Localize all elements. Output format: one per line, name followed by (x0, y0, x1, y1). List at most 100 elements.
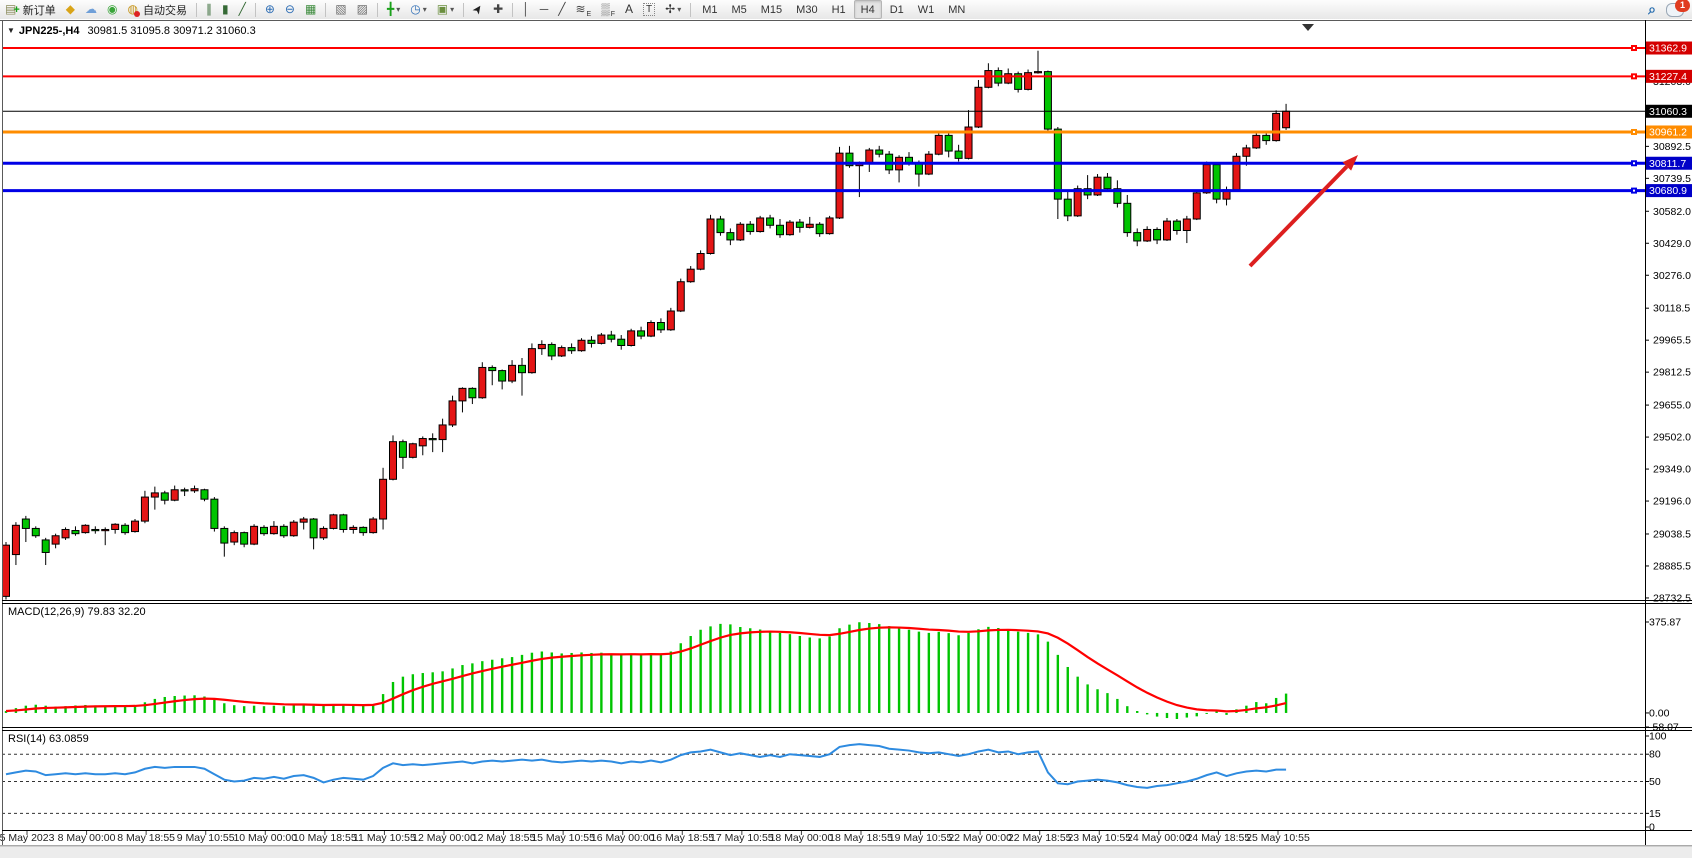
svg-text:29349.0: 29349.0 (1653, 464, 1691, 476)
candle-chart-button[interactable]: ▮ (218, 1, 233, 18)
indicators-button[interactable]: ╋▾ (383, 1, 404, 18)
timeframe-d1[interactable]: D1 (884, 1, 910, 18)
chevron-down-icon: ▾ (423, 5, 427, 14)
market-watch-icon[interactable]: ◆ (62, 1, 79, 18)
zoom-in-icon: ⊕ (265, 1, 275, 18)
toolbar-separator (196, 3, 197, 17)
svg-text:30582.0: 30582.0 (1653, 206, 1691, 218)
svg-text:30276.0: 30276.0 (1653, 270, 1691, 282)
trendline-button[interactable]: ╱ (554, 1, 569, 18)
svg-text:11 May 10:55: 11 May 10:55 (353, 832, 416, 844)
chevron-down-icon: ▾ (450, 5, 454, 14)
line-chart-icon: ╱ (239, 1, 246, 18)
signals-icon-icon: ◉ (107, 1, 117, 18)
svg-text:18 May 00:00: 18 May 00:00 (770, 832, 834, 844)
templates-icon: ▣ (437, 1, 448, 18)
svg-text:31362.9: 31362.9 (1649, 43, 1687, 55)
profiles-icon: ▨ (357, 1, 368, 18)
toolbar-separator (255, 3, 256, 17)
application-window: ▤+新订单◆☁◉◍自动交易∥▮╱⊕⊖▦▧▨╋▾◷▾▣▾➤✚│─╱≋E▒FAT✢▾… (0, 0, 1692, 858)
timeframe-h4[interactable]: H4 (854, 0, 882, 19)
symbol-dropdown-icon[interactable]: ▼ (7, 26, 15, 35)
new-order-button[interactable]: ▤+新订单 (1, 1, 60, 18)
rsi-pane-label: RSI(14) 63.0859 (8, 733, 89, 745)
cursor-button[interactable]: ➤ (469, 1, 487, 18)
new-chart-button[interactable]: ▧ (331, 1, 350, 18)
toolbar-button-strip: ▤+新订单◆☁◉◍自动交易∥▮╱⊕⊖▦▧▨╋▾◷▾▣▾➤✚│─╱≋E▒FAT✢▾… (0, 0, 972, 19)
timeframe-m15[interactable]: M15 (755, 1, 788, 18)
svg-text:8 May 00:00: 8 May 00:00 (58, 832, 116, 844)
search-icon[interactable]: ⌕ (1648, 1, 1656, 18)
channels-icon: ▒ (601, 1, 610, 18)
chart-window[interactable]: 31356.031203.031050.030892.530739.530582… (0, 19, 1692, 858)
timeframe-mn[interactable]: MN (942, 1, 971, 18)
timeframe-m30[interactable]: M30 (790, 1, 823, 18)
chart-header: ▼ JPN225-,H4 30981.5 31095.8 30971.2 31060… (7, 25, 256, 37)
vertical-line-icon: │ (522, 1, 530, 18)
chart-symbol-title: JPN225-,H4 (19, 25, 80, 37)
toolbar-separator (690, 3, 691, 17)
autotrading-button[interactable]: ◍自动交易 (124, 1, 191, 18)
zoom-in-button[interactable]: ⊕ (261, 1, 279, 18)
svg-text:15: 15 (1649, 808, 1661, 820)
toolbar-separator (325, 3, 326, 17)
templates-button[interactable]: ▣▾ (433, 1, 458, 18)
signals-icon[interactable]: ◉ (103, 1, 121, 18)
data-window-icon[interactable]: ☁ (81, 1, 101, 18)
svg-text:31227.4: 31227.4 (1649, 71, 1687, 83)
toolbar-separator (512, 3, 513, 17)
new-order-button-label: 新订单 (23, 2, 56, 18)
arrows-icon: ✢ (665, 1, 675, 18)
svg-text:29655.0: 29655.0 (1653, 400, 1691, 412)
svg-text:23 May 10:55: 23 May 10:55 (1067, 832, 1131, 844)
crosshair-icon: ✚ (493, 1, 503, 18)
svg-text:0: 0 (1649, 822, 1655, 834)
bar-chart-button[interactable]: ∥ (202, 1, 216, 18)
chart-canvas[interactable]: 31356.031203.031050.030892.530739.530582… (0, 19, 1692, 858)
horizontal-line-button[interactable]: ─ (536, 1, 553, 18)
status-dot-icon (134, 11, 140, 17)
timeframe-m1[interactable]: M1 (696, 1, 723, 18)
tile-windows-button[interactable]: ▦ (301, 1, 320, 18)
periods-icon: ◷ (410, 1, 420, 18)
macd-pane-label: MACD(12,26,9) 79.83 32.20 (8, 606, 146, 618)
svg-text:10 May 18:55: 10 May 18:55 (293, 832, 357, 844)
text-label-icon: T (643, 3, 655, 16)
fibonacci-icon: ≋ (575, 1, 585, 18)
notifications-icon[interactable]: 1 (1666, 3, 1684, 17)
cursor-icon: ➤ (468, 1, 488, 19)
vertical-line-button[interactable]: │ (518, 1, 534, 18)
crosshair-button[interactable]: ✚ (489, 1, 507, 18)
new-chart-icon: ▧ (335, 1, 346, 18)
svg-text:29502.0: 29502.0 (1653, 432, 1691, 444)
svg-text:29812.5: 29812.5 (1653, 367, 1691, 379)
fibonacci-button[interactable]: ≋E (571, 1, 595, 18)
svg-text:30892.5: 30892.5 (1653, 141, 1691, 153)
timeframe-h1[interactable]: H1 (826, 1, 852, 18)
text-label-button[interactable]: T (639, 1, 659, 18)
text-button[interactable]: A (621, 1, 637, 18)
svg-text:28732.5: 28732.5 (1653, 592, 1691, 604)
line-chart-button[interactable]: ╱ (235, 1, 250, 18)
periods-button[interactable]: ◷▾ (406, 1, 431, 18)
arrows-button[interactable]: ✢▾ (661, 1, 685, 18)
icon-subscript: F (611, 11, 615, 18)
svg-text:0.00: 0.00 (1649, 707, 1670, 719)
svg-text:17 May 10:55: 17 May 10:55 (710, 832, 774, 844)
plus-icon: + (13, 4, 19, 16)
timeframe-w1[interactable]: W1 (912, 1, 941, 18)
svg-text:30961.2: 30961.2 (1649, 126, 1687, 138)
svg-text:22 May 18:55: 22 May 18:55 (1008, 832, 1072, 844)
svg-text:19 May 10:55: 19 May 10:55 (889, 832, 953, 844)
market-watch-icon-icon: ◆ (66, 1, 75, 18)
horizontal-scrollbar-area[interactable] (0, 846, 1692, 858)
zoom-out-button[interactable]: ⊖ (281, 1, 299, 18)
svg-text:30680.9: 30680.9 (1649, 185, 1687, 197)
chart-ohlc-values: 30981.5 31095.8 30971.2 31060.3 (87, 25, 255, 37)
profiles-button[interactable]: ▨ (353, 1, 372, 18)
toolbar-separator (463, 3, 464, 17)
svg-text:30739.5: 30739.5 (1653, 173, 1691, 185)
timeframe-m5[interactable]: M5 (725, 1, 752, 18)
channels-button[interactable]: ▒F (597, 1, 619, 18)
svg-text:29196.0: 29196.0 (1653, 496, 1691, 508)
